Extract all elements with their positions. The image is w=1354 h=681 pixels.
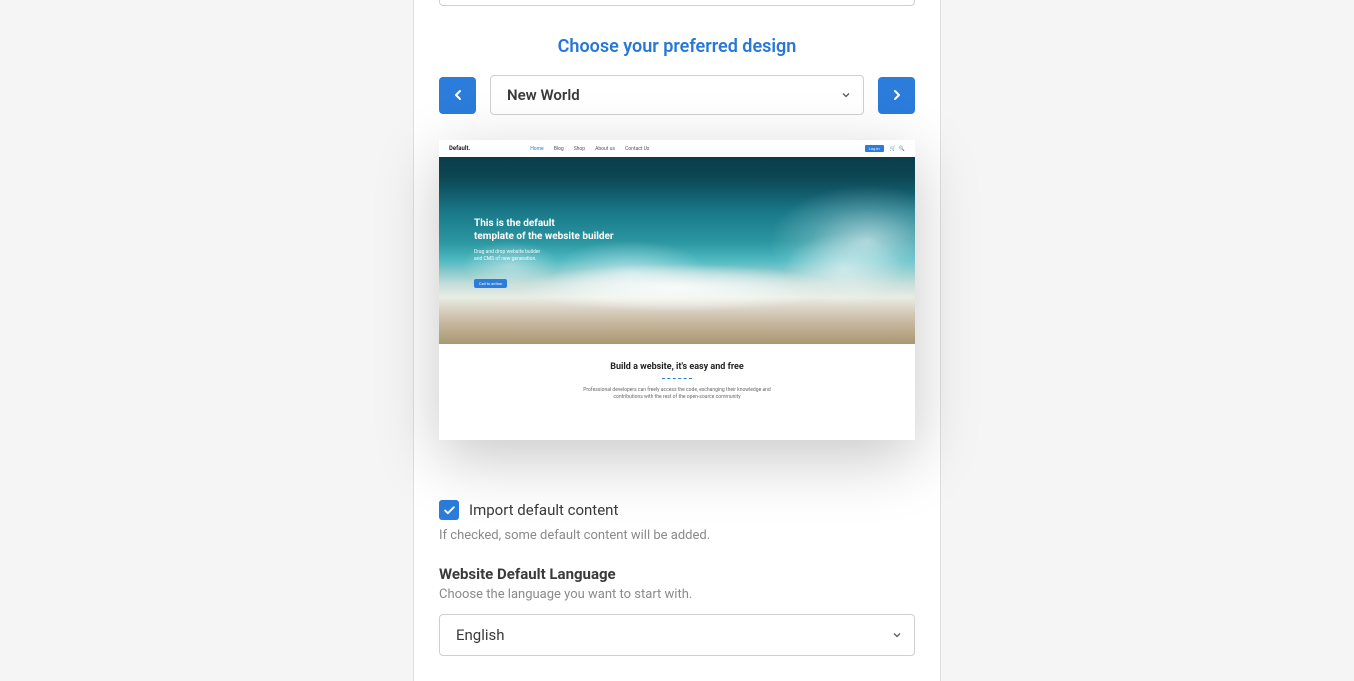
- design-select-wrapper: New World: [490, 75, 864, 115]
- preview-nav-item: About us: [595, 146, 615, 152]
- next-design-button[interactable]: [878, 77, 915, 114]
- preview-right: Log in 🛒 🔍: [865, 145, 905, 152]
- design-select[interactable]: New World: [490, 75, 864, 115]
- language-helper: Choose the language you want to start wi…: [439, 587, 915, 602]
- search-icon: 🔍: [899, 146, 905, 152]
- preview-hero: This is the default template of the webs…: [439, 157, 915, 344]
- preview-bottom-title: Build a website, it's easy and free: [499, 362, 855, 372]
- hero-title-line: template of the website builder: [474, 230, 614, 243]
- hero-title-line: This is the default: [474, 217, 614, 230]
- preview-bottom: Build a website, it's easy and free Prof…: [439, 344, 915, 419]
- preview-bottom-text: Professional developers can freely acces…: [577, 387, 777, 401]
- preview-nav-item: Blog: [554, 146, 564, 152]
- import-checkbox-label[interactable]: Import default content: [469, 501, 618, 519]
- preview-nav: Home Blog Shop About us Contact Us: [530, 146, 649, 152]
- hero-sub-line: and CMS of new generation.: [474, 256, 614, 263]
- preview-cta: Call to action: [474, 279, 507, 288]
- import-helper-text: If checked, some default content will be…: [439, 528, 915, 543]
- language-select-wrapper: English: [439, 614, 915, 656]
- language-select[interactable]: English: [439, 614, 915, 656]
- preview-hero-sub: Drag and drop website builder and CMS of…: [474, 249, 614, 262]
- cart-icon: 🛒: [890, 146, 896, 152]
- chevron-right-icon: [889, 87, 905, 103]
- preview-logo: Default.: [449, 145, 470, 152]
- preview-topbar: Default. Home Blog Shop About us Contact…: [439, 140, 915, 157]
- preview-nav-item: Contact Us: [625, 146, 650, 152]
- language-label: Website Default Language: [439, 565, 915, 583]
- section-title: Choose your preferred design: [439, 36, 915, 57]
- setup-panel: Choose your preferred design New World D…: [413, 0, 941, 681]
- prev-design-button[interactable]: [439, 77, 476, 114]
- import-checkbox[interactable]: [439, 500, 459, 520]
- preview-hero-title: This is the default template of the webs…: [474, 217, 614, 243]
- preview-login-badge: Log in: [865, 145, 884, 152]
- preview-hero-content: This is the default template of the webs…: [474, 217, 614, 289]
- preview-icons: 🛒 🔍: [890, 146, 905, 152]
- preview-nav-item: Home: [530, 146, 543, 152]
- check-icon: [443, 504, 456, 517]
- previous-field-edge: [439, 0, 915, 6]
- chevron-left-icon: [450, 87, 466, 103]
- template-preview: Default. Home Blog Shop About us Contact…: [439, 140, 915, 440]
- preview-divider: [662, 378, 692, 379]
- design-selector-row: New World: [439, 75, 915, 115]
- preview-nav-item: Shop: [574, 146, 585, 152]
- import-checkbox-row: Import default content: [439, 500, 915, 520]
